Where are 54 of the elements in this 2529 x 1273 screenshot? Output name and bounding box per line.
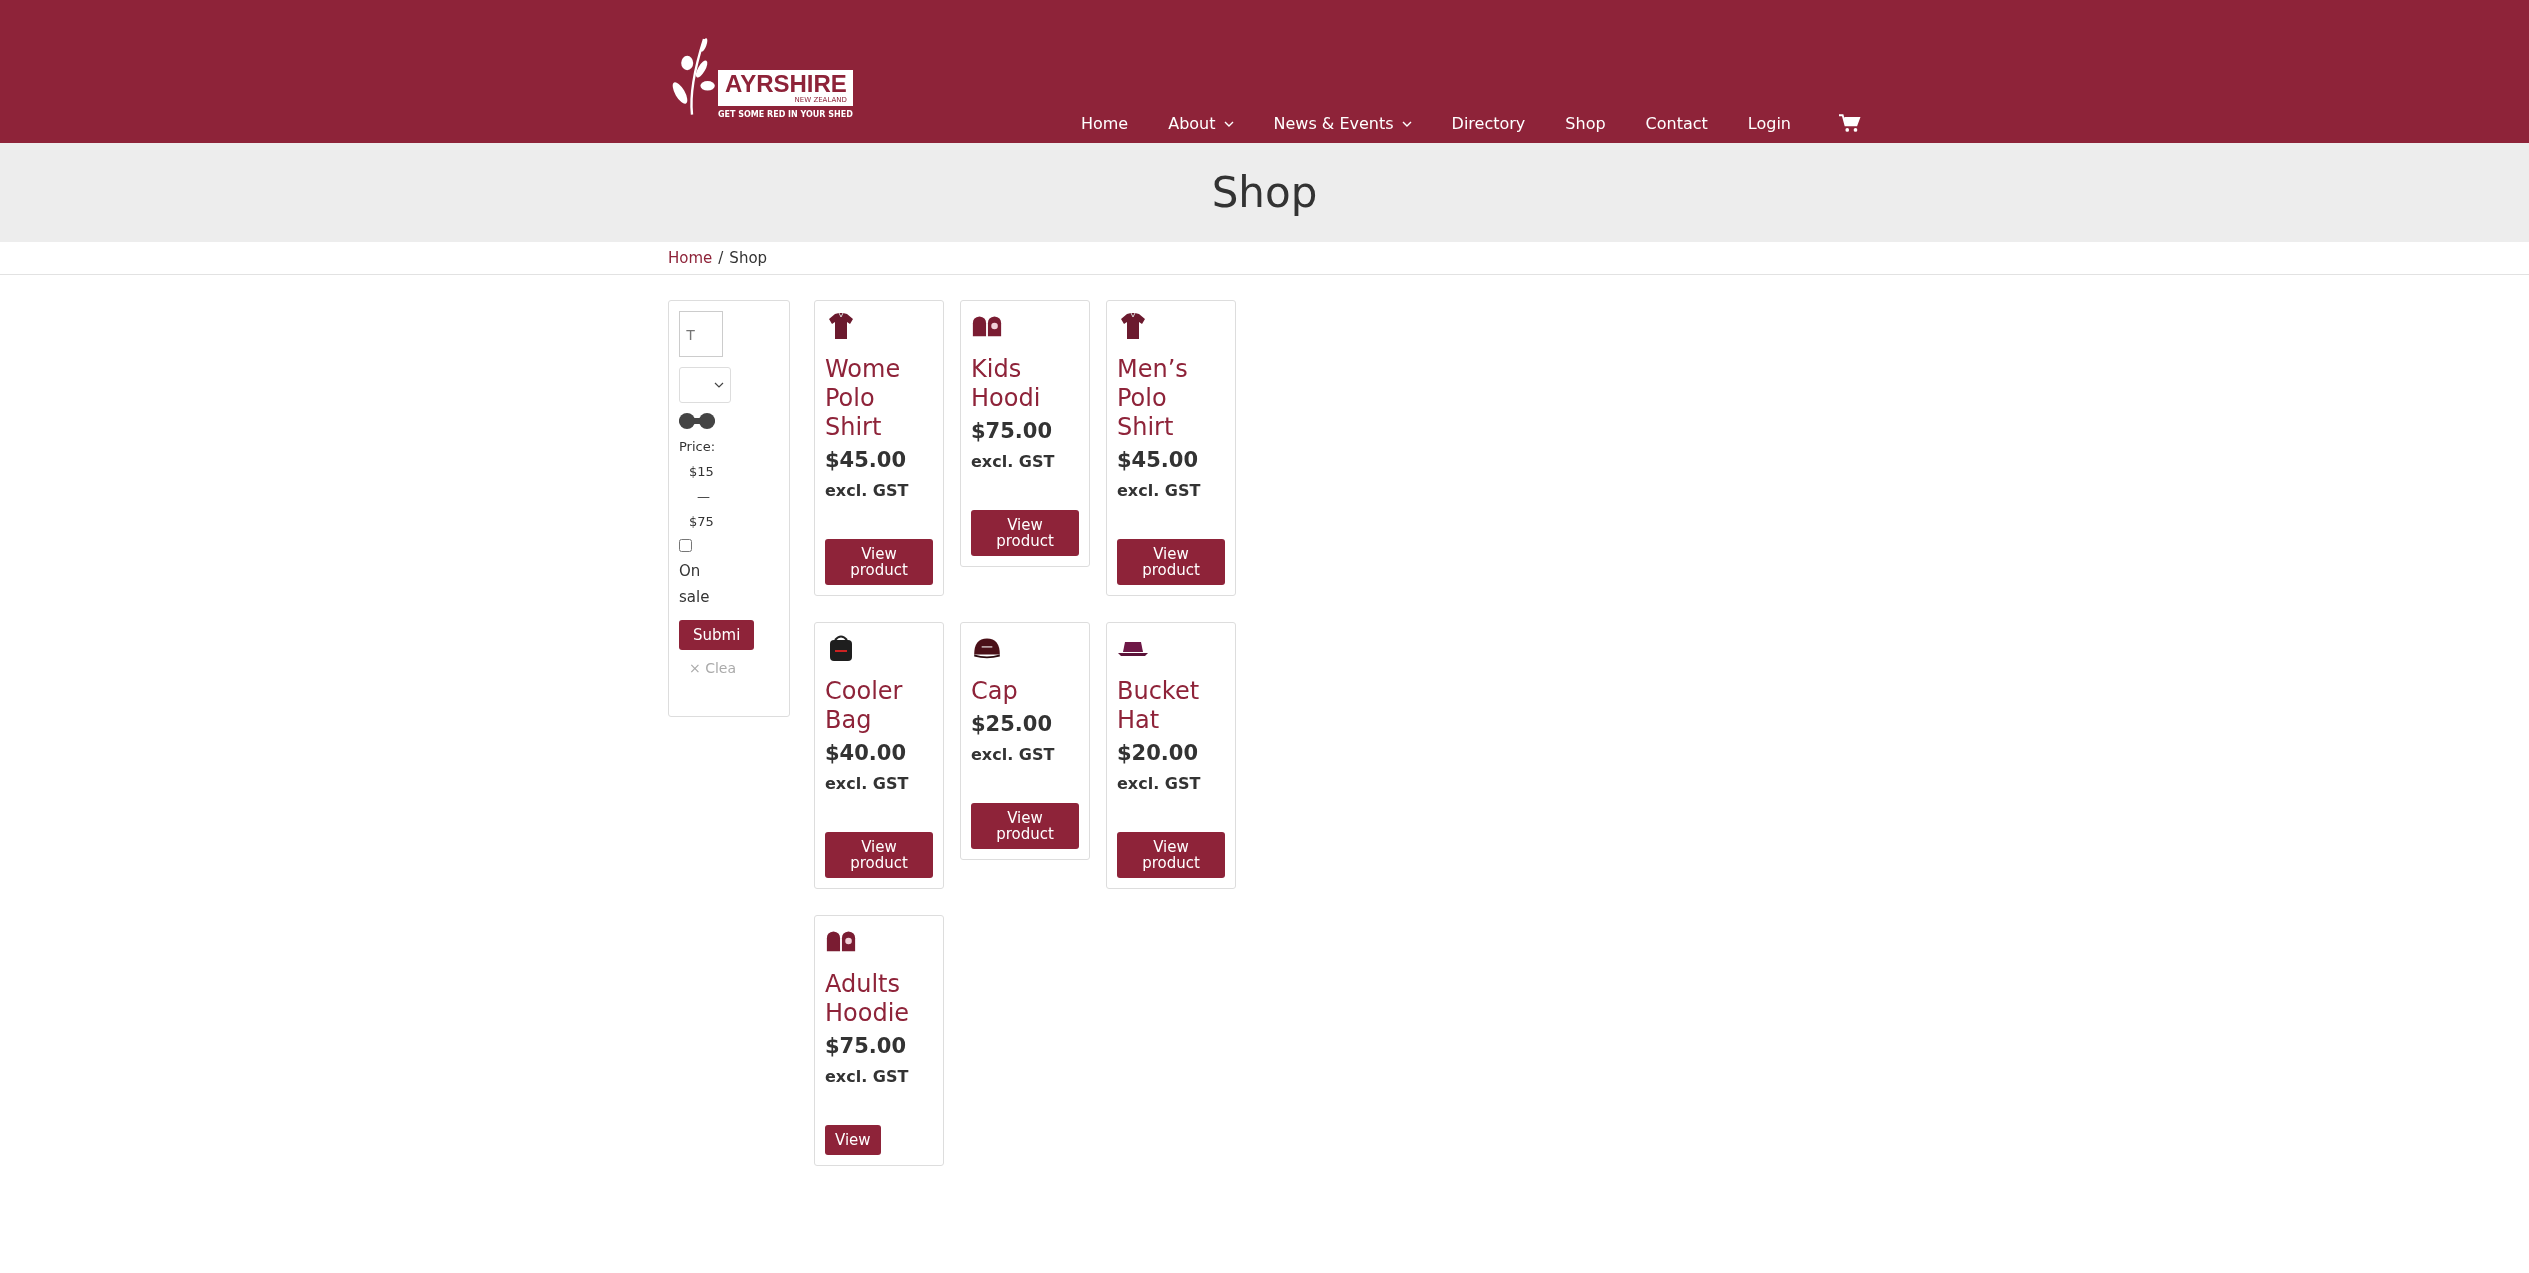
view-product-button[interactable]: View product	[971, 510, 1079, 556]
view-product-button[interactable]: View	[825, 1125, 881, 1155]
nav-link[interactable]: News & Events	[1273, 114, 1412, 133]
on-sale-label: On sale	[679, 561, 711, 608]
breadcrumb-current: Shop	[729, 249, 768, 267]
product-title[interactable]: Wome Polo Shirt	[825, 355, 933, 442]
product-price: $75.00	[971, 419, 1053, 443]
nav-link[interactable]: About	[1168, 114, 1234, 133]
tax-note: excl. GST	[825, 773, 909, 795]
breadcrumb-link[interactable]: Home	[668, 249, 713, 267]
page-title: Shop	[1211, 168, 1318, 217]
on-sale-checkbox[interactable]	[679, 539, 692, 552]
logo-name: AYRSHIRE	[725, 72, 847, 96]
caret-icon	[1401, 120, 1412, 127]
submit-button[interactable]: Submi	[679, 620, 755, 650]
search-field[interactable]: T	[679, 311, 723, 357]
view-product-button[interactable]: View product	[971, 803, 1079, 849]
nav-link[interactable]: Login	[1747, 114, 1791, 133]
tax-note: excl. GST	[971, 451, 1055, 473]
product-title[interactable]: Bucket Hat	[1117, 677, 1225, 735]
price-min: $15	[689, 464, 714, 479]
product-price: $25.00	[971, 712, 1053, 736]
product-price: $40.00	[825, 741, 907, 765]
product-title[interactable]: Kids Hoodi	[971, 355, 1079, 413]
tax-note: excl. GST	[1117, 480, 1201, 502]
logo-tagline: GET SOME RED IN YOUR SHED	[718, 110, 853, 119]
tax-note: excl. GST	[971, 744, 1055, 766]
caret-icon	[714, 382, 724, 388]
caret-icon	[1223, 120, 1234, 127]
tax-note: excl. GST	[825, 480, 909, 502]
price-dash: —	[697, 489, 710, 504]
view-product-button[interactable]: View product	[825, 539, 933, 585]
nav-link[interactable]: Home	[1080, 114, 1129, 133]
product-price: $45.00	[1117, 448, 1199, 472]
product-title[interactable]: Men’s Polo Shirt	[1117, 355, 1225, 442]
price-max: $75	[689, 514, 714, 529]
product-price: $75.00	[825, 1034, 907, 1058]
view-product-button[interactable]: View product	[1117, 832, 1225, 878]
nav-link[interactable]: Contact	[1645, 114, 1708, 133]
tax-note: excl. GST	[1117, 773, 1201, 795]
view-product-button[interactable]: View product	[1117, 539, 1225, 585]
nav-link[interactable]: Shop	[1565, 114, 1606, 133]
tax-note: excl. GST	[825, 1066, 909, 1088]
view-product-button[interactable]: View product	[825, 832, 933, 878]
product-price: $20.00	[1117, 741, 1199, 765]
product-title[interactable]: Cap	[971, 677, 1018, 706]
price-slider[interactable]	[679, 413, 715, 429]
product-title[interactable]: Cooler Bag	[825, 677, 933, 735]
product-price: $45.00	[825, 448, 907, 472]
cart-icon[interactable]	[1839, 114, 1861, 133]
product-title[interactable]: Adults Hoodie	[825, 970, 933, 1028]
breadcrumb-separator: /	[718, 249, 724, 267]
price-label: Price:	[679, 439, 716, 454]
nav-link[interactable]: Directory	[1451, 114, 1526, 133]
